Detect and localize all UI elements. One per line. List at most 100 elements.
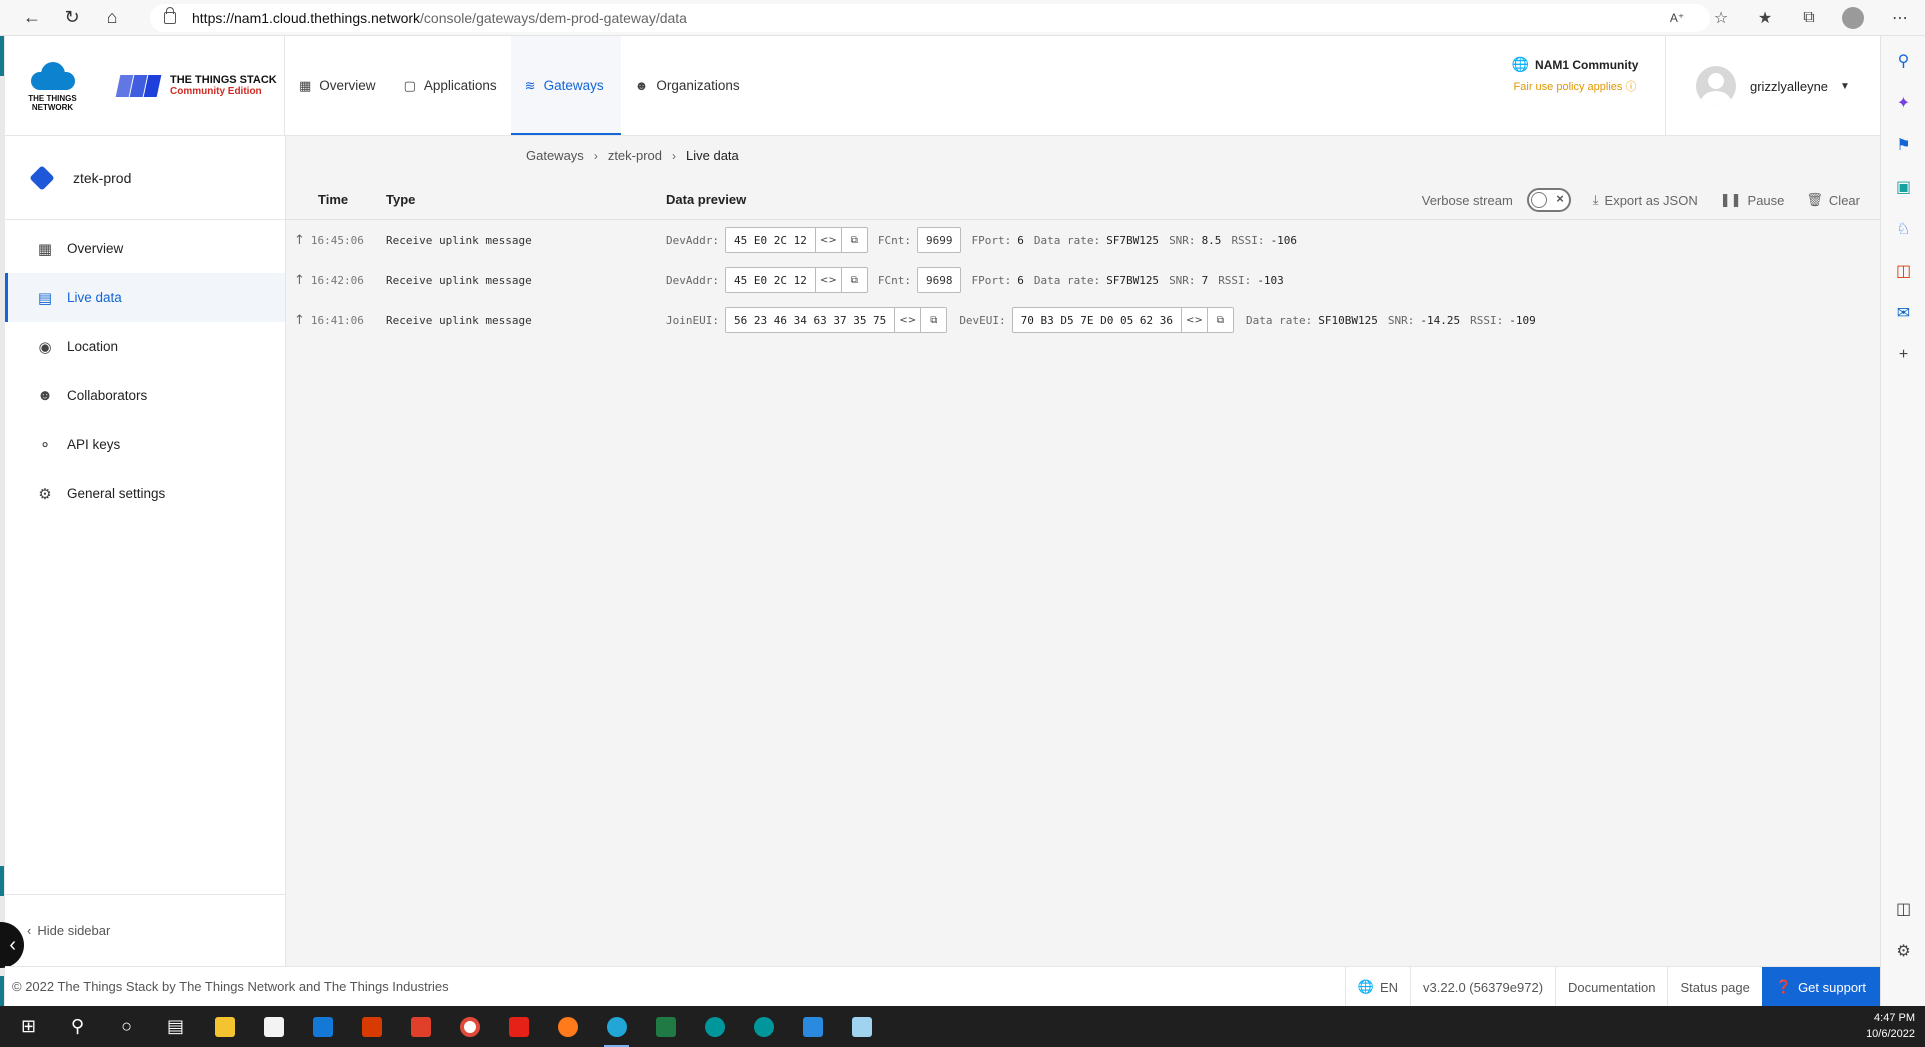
file-explorer-icon[interactable] [200,1006,249,1047]
sidebar-item-api-keys[interactable]: ⚬ API keys [5,420,285,469]
breadcrumb-gateway[interactable]: ztek-prod [608,148,662,163]
more-icon[interactable]: ⋯ [1875,0,1925,36]
firefox-icon[interactable] [543,1006,592,1047]
status-page-link[interactable]: Status page [1667,967,1761,1007]
window-icon: ▢ [403,77,416,93]
breadcrumb-gateways[interactable]: Gateways [526,148,584,163]
verbose-label: Verbose stream [1421,192,1513,208]
globe-icon: 🌐 [1357,979,1374,994]
breadcrumb: Gateways › ztek-prod › Live data [526,148,739,163]
office-icon[interactable] [396,1006,445,1047]
copy-icon[interactable]: ⧉ [920,308,946,332]
briefcase-icon[interactable]: ▣ [1881,166,1925,208]
task-view-icon[interactable]: ▤ [151,1006,200,1047]
code-toggle-icon[interactable]: <> [814,268,841,292]
fcnt-value: 9699 [916,227,962,253]
fair-use-link[interactable]: Fair use policy applies ⓘ [1505,78,1645,94]
sidebar-item-collaborators[interactable]: ☻ Collaborators [5,371,285,420]
code-toggle-icon[interactable]: <> [1181,308,1207,332]
row-time: 16:41:06 [310,313,364,327]
cortana-icon[interactable]: ○ [102,1006,151,1047]
sidebar-item-general-settings[interactable]: ⚙ General settings [5,469,285,518]
mail-icon[interactable] [298,1006,347,1047]
nav-organizations[interactable]: ☻ Organizations [621,36,754,135]
read-aloud-icon[interactable]: A⁺ [1655,0,1699,36]
sidebar-item-overview[interactable]: ▦ Overview [5,224,285,273]
settings-icon[interactable]: ⚙ [1881,930,1925,972]
sidebar-menu: ▦ Overview ▤ Live data ◉ Location ☻ Coll… [5,224,285,518]
youtube-icon[interactable] [494,1006,543,1047]
export-json-button[interactable]: ⤓ Export as JSON [1593,192,1698,208]
search-icon[interactable]: ⚲ [53,1006,102,1047]
sparkle-icon[interactable]: ✦ [1881,82,1925,124]
chrome-icon[interactable] [445,1006,494,1047]
trash-icon: 🗑 [1806,192,1823,207]
store-icon[interactable] [249,1006,298,1047]
taskbar-clock[interactable]: 4:47 PM 10/6/2022 [1866,1010,1915,1042]
column-type: Type [386,192,416,207]
pause-button[interactable]: ❚❚ Pause [1720,192,1785,208]
copy-icon[interactable]: ⧉ [840,228,867,252]
collections-icon[interactable]: ⧉ [1787,0,1831,36]
code-toggle-icon[interactable]: <> [814,228,841,252]
home-icon[interactable]: ⌂ [92,0,132,36]
nav-applications[interactable]: ▢ Applications [390,36,511,135]
profile-icon[interactable] [1831,0,1875,36]
outlook-icon[interactable]: ✉ [1881,292,1925,334]
nav-overview[interactable]: ▦ Overview [285,36,390,135]
verbose-stream-toggle[interactable]: × [1526,188,1571,212]
code-toggle-icon[interactable]: <> [894,308,920,332]
hide-sidebar-button[interactable]: ‹ Hide sidebar [5,894,286,966]
column-data-preview: Data preview [666,192,747,207]
edge-icon[interactable] [592,1006,641,1047]
back-icon[interactable]: ← [12,0,52,36]
copy-icon[interactable]: ⧉ [1207,308,1233,332]
get-support-button[interactable]: ❓ Get support [1761,967,1880,1007]
office-icon[interactable]: ◫ [1881,250,1925,292]
windows-start-icon[interactable]: ⊞ [4,1006,53,1047]
vscode-icon[interactable] [788,1006,837,1047]
arrow-up-icon: ↑ [294,272,305,288]
ttn-logo[interactable]: THE THINGS NETWORK [5,36,100,135]
language-selector[interactable]: 🌐 EN [1344,967,1410,1007]
copy-icon[interactable]: ⧉ [840,268,867,292]
notepad-icon[interactable] [837,1006,886,1047]
sidebar-item-live-data[interactable]: ▤ Live data [5,273,285,322]
help-icon: ⓘ [1625,81,1637,93]
table-row[interactable]: ↑ 16:45:06 Receive uplink message DevAdd… [286,220,1880,260]
office-icon[interactable] [347,1006,396,1047]
documentation-link[interactable]: Documentation [1555,967,1667,1007]
reload-icon[interactable]: ↻ [52,0,92,36]
add-favorite-icon[interactable]: ☆ [1699,0,1743,36]
favorites-icon[interactable]: ★ [1743,0,1787,36]
row-type: Receive uplink message [386,233,532,247]
excel-icon[interactable] [641,1006,690,1047]
app-header: THE THINGS NETWORK THE THINGS STACK Commu… [5,36,1880,136]
user-menu[interactable]: grizzlyalleyne ▼ [1665,36,1880,136]
games-icon[interactable]: ♘ [1881,208,1925,250]
address-bar[interactable]: https://nam1.cloud.thethings.network/con… [150,4,1710,32]
arduino-icon[interactable] [690,1006,739,1047]
stack-logo[interactable]: THE THINGS STACK Community Edition [100,36,285,135]
pause-icon: ❚❚ [1719,192,1742,207]
arrow-up-icon: ↑ [294,312,305,328]
table-row[interactable]: ↑ 16:42:06 Receive uplink message DevAdd… [286,260,1880,300]
tag-icon[interactable]: ⚑ [1881,124,1925,166]
gateway-icon [29,164,55,191]
search-icon[interactable]: ⚲ [1881,40,1925,82]
clear-button[interactable]: 🗑 Clear [1806,192,1860,208]
sidebar-item-location[interactable]: ◉ Location [5,322,285,371]
gateway-header: ztek-prod [5,136,285,220]
fcnt-value: 9698 [916,267,962,293]
row-type: Receive uplink message [386,313,532,327]
url-host: https://nam1.cloud.thethings.network [192,10,421,26]
table-row[interactable]: ↑ 16:41:06 Receive uplink message JoinEU… [286,300,1880,340]
arduino-icon[interactable] [739,1006,788,1047]
nav-gateways[interactable]: ≋ Gateways [510,36,621,135]
add-icon[interactable]: + [1881,334,1925,376]
stack-title: THE THINGS STACK [170,73,277,86]
row-preview: DevAddr: 45 E0 2C 12 <> ⧉ FCnt: 9699 FPo… [666,220,1307,260]
key-icon: ⚬ [38,436,52,454]
cluster-info: 🌐 NAM1 Community Fair use policy applies… [1505,56,1645,94]
split-screen-icon[interactable]: ◫ [1881,888,1925,930]
